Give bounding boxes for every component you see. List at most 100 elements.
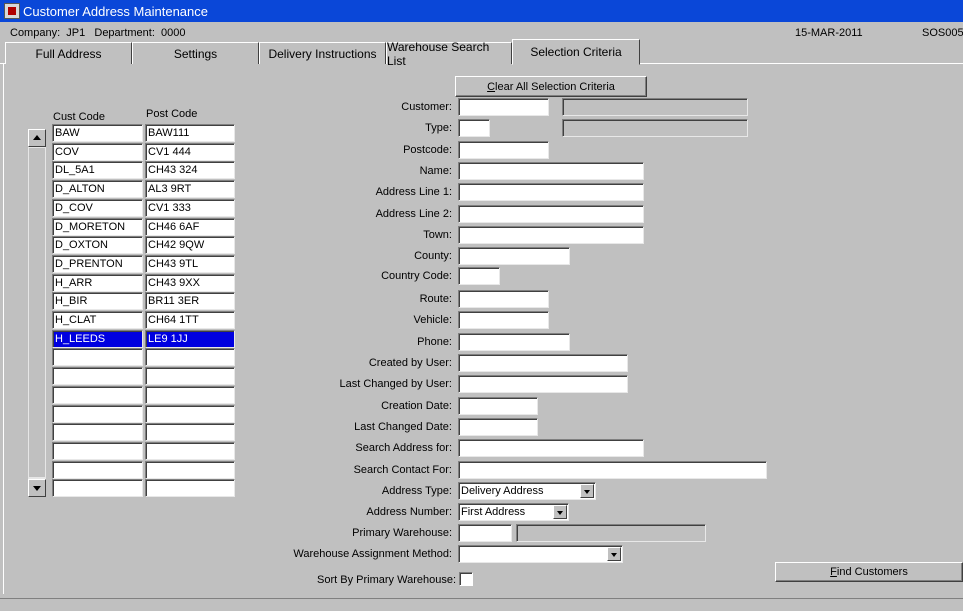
cust-code-cell[interactable]: [52, 442, 143, 460]
chevron-down-icon[interactable]: [607, 547, 621, 561]
find-customers-button[interactable]: Find Customers: [775, 562, 963, 582]
status-bar: [0, 598, 963, 611]
scroll-track[interactable]: [29, 148, 45, 477]
post-code-cell[interactable]: [145, 479, 235, 497]
post-code-cell[interactable]: AL3 9RT: [145, 180, 235, 198]
primary-warehouse-input[interactable]: [458, 524, 512, 542]
postcode-label: Postcode:: [403, 144, 452, 156]
post-code-cell[interactable]: [145, 461, 235, 479]
cust-code-cell[interactable]: COV: [52, 143, 143, 161]
tab-delivery-instructions[interactable]: Delivery Instructions: [259, 42, 386, 64]
post-code-cell[interactable]: BAW111: [145, 124, 235, 142]
warehouse-assignment-method-label: Warehouse Assignment Method:: [293, 548, 452, 560]
post-code-cell[interactable]: CV1 333: [145, 199, 235, 217]
customer-input[interactable]: [458, 98, 549, 116]
last-changed-date-input[interactable]: [458, 418, 538, 436]
chevron-down-icon[interactable]: [553, 505, 567, 519]
primary-warehouse-label: Primary Warehouse:: [352, 527, 452, 539]
customer-description-display: [562, 98, 748, 116]
cust-code-cell[interactable]: [52, 386, 143, 404]
customer-label: Customer:: [401, 101, 452, 113]
sort-by-primary-warehouse-checkbox[interactable]: [459, 572, 473, 586]
tab-settings[interactable]: Settings: [132, 42, 259, 64]
cust-code-cell[interactable]: [52, 405, 143, 423]
list-scrollbar[interactable]: [28, 129, 46, 497]
cust-code-cell[interactable]: D_COV: [52, 199, 143, 217]
cust-code-cell[interactable]: BAW: [52, 124, 143, 142]
cust-code-cell[interactable]: D_ALTON: [52, 180, 143, 198]
cust-code-cell[interactable]: [52, 461, 143, 479]
phone-input[interactable]: [458, 333, 570, 351]
tab-selection-criteria[interactable]: Selection Criteria: [512, 39, 640, 65]
address-type-value: Delivery Address: [461, 485, 544, 497]
county-input[interactable]: [458, 247, 570, 265]
scroll-down-icon[interactable]: [28, 479, 46, 497]
post-code-cell[interactable]: [145, 405, 235, 423]
country-code-input[interactable]: [458, 267, 500, 285]
phone-label: Phone:: [417, 336, 452, 348]
route-input[interactable]: [458, 290, 549, 308]
vehicle-input[interactable]: [458, 311, 549, 329]
post-code-cell[interactable]: CH64 1TT: [145, 311, 235, 329]
cust-code-cell[interactable]: D_PRENTON: [52, 255, 143, 273]
creation-date-input[interactable]: [458, 397, 538, 415]
address-line-2-label: Address Line 2:: [375, 208, 452, 220]
search-contact-for-label: Search Contact For:: [353, 464, 452, 476]
company-department: Company: JP1 Department: 0000: [10, 27, 186, 39]
tab-warehouse-search-list[interactable]: Warehouse Search List: [386, 40, 512, 68]
post-code-cell[interactable]: CH43 9TL: [145, 255, 235, 273]
cust-code-cell[interactable]: [52, 423, 143, 441]
post-code-cell[interactable]: [145, 423, 235, 441]
post-code-cell[interactable]: LE9 1JJ: [145, 330, 235, 348]
sort-by-primary-warehouse-label: Sort By Primary Warehouse:: [317, 574, 456, 586]
cust-code-cell[interactable]: [52, 479, 143, 497]
creation-date-label: Creation Date:: [381, 400, 452, 412]
post-code-cell[interactable]: CV1 444: [145, 143, 235, 161]
post-code-cell[interactable]: [145, 442, 235, 460]
town-label: Town:: [423, 229, 452, 241]
post-code-cell[interactable]: [145, 386, 235, 404]
address-line-1-input[interactable]: [458, 183, 644, 201]
type-input[interactable]: [458, 119, 490, 137]
oracle-forms-icon[interactable]: [4, 3, 20, 19]
scroll-up-icon[interactable]: [28, 129, 46, 147]
cust-code-cell[interactable]: [52, 367, 143, 385]
address-line-2-input[interactable]: [458, 205, 644, 223]
type-label: Type:: [425, 122, 452, 134]
clear-all-selection-criteria-button[interactable]: Clear All Selection Criteria: [455, 76, 647, 97]
route-label: Route:: [419, 293, 452, 305]
cust-code-cell[interactable]: DL_5A1: [52, 161, 143, 179]
search-contact-for-input[interactable]: [458, 461, 767, 479]
post-code-cell[interactable]: CH43 9XX: [145, 274, 235, 292]
warehouse-assignment-method-select[interactable]: [458, 545, 623, 563]
search-address-for-input[interactable]: [458, 439, 644, 457]
tab-full-address[interactable]: Full Address: [5, 42, 132, 64]
created-by-user-label: Created by User:: [368, 357, 452, 369]
last-changed-by-user-input[interactable]: [458, 375, 628, 393]
chevron-down-icon[interactable]: [580, 484, 594, 498]
post-code-cell[interactable]: [145, 367, 235, 385]
post-code-cell[interactable]: CH43 324: [145, 161, 235, 179]
post-code-cell[interactable]: BR11 3ER: [145, 292, 235, 310]
cust-code-cell[interactable]: H_CLAT: [52, 311, 143, 329]
cust-code-cell[interactable]: H_LEEDS: [52, 330, 143, 348]
cust-code-cell[interactable]: H_BIR: [52, 292, 143, 310]
address-type-select[interactable]: Delivery Address: [458, 482, 596, 500]
cust-code-cell[interactable]: [52, 348, 143, 366]
address-number-select[interactable]: First Address: [458, 503, 569, 521]
created-by-user-input[interactable]: [458, 354, 628, 372]
cust-code-cell[interactable]: D_MORETON: [52, 218, 143, 236]
address-type-label: Address Type:: [381, 485, 452, 497]
title-bar: Customer Address Maintenance: [0, 0, 963, 22]
post-code-cell[interactable]: CH42 9QW: [145, 236, 235, 254]
name-input[interactable]: [458, 162, 644, 180]
postcode-input[interactable]: [458, 141, 549, 159]
last-changed-date-label: Last Changed Date:: [354, 421, 452, 433]
cust-code-cell[interactable]: H_ARR: [52, 274, 143, 292]
post-code-cell[interactable]: CH46 6AF: [145, 218, 235, 236]
search-address-for-label: Search Address for:: [355, 442, 452, 454]
address-number-label: Address Number:: [366, 506, 452, 518]
cust-code-cell[interactable]: D_OXTON: [52, 236, 143, 254]
town-input[interactable]: [458, 226, 644, 244]
post-code-cell[interactable]: [145, 348, 235, 366]
